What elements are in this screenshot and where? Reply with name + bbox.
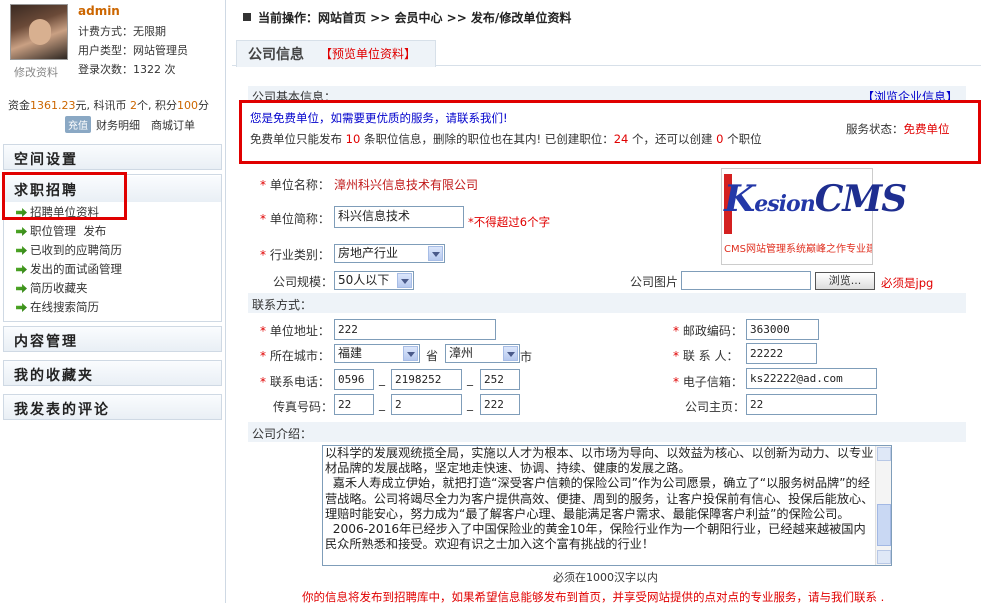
section-space-settings[interactable]: 空间设置: [3, 144, 222, 170]
section-my-favorites[interactable]: 我的收藏夹: [3, 360, 222, 386]
mall-orders-link[interactable]: 商城订单: [151, 117, 195, 133]
city-label: * 所在城市：: [260, 349, 330, 363]
logo-wordmark: KesionCMS: [724, 178, 907, 220]
province-unit: 省: [426, 349, 439, 363]
phone-label: * 联系电话：: [260, 375, 330, 389]
edit-profile-link[interactable]: 修改资料: [14, 64, 58, 80]
fax-area-input[interactable]: 22: [334, 394, 374, 415]
province-select[interactable]: 福建: [334, 344, 420, 363]
zip-input[interactable]: 363000: [746, 319, 819, 340]
section-content-management[interactable]: 内容管理: [3, 326, 222, 352]
scroll-down-icon[interactable]: [877, 550, 891, 564]
chevron-down-icon[interactable]: [403, 346, 418, 361]
logo-tagline: CMS网站管理系统巅峰之作专业建站软件: [724, 244, 872, 255]
scroll-up-icon[interactable]: [877, 447, 891, 461]
green-arrow-icon: [16, 246, 27, 255]
tab-company-info[interactable]: 公司信息: [248, 44, 304, 64]
chevron-down-icon[interactable]: [397, 273, 412, 288]
menu-interview-letters[interactable]: 发出的面试函管理: [16, 260, 122, 279]
scroll-thumb[interactable]: [877, 504, 891, 546]
phone-number-input[interactable]: 2198252: [391, 369, 462, 390]
intro-scrollbar[interactable]: [875, 446, 891, 565]
industry-select[interactable]: 房地产行业: [334, 244, 445, 263]
intro-header: [248, 422, 966, 442]
company-image-file-input[interactable]: [681, 271, 811, 290]
city-unit: 市: [520, 350, 533, 364]
account-balance: 资金1361.23元, 科讯币 2个, 积分100分: [8, 99, 209, 112]
service-status: 服务状态：免费单位: [846, 122, 950, 136]
fax-ext-input[interactable]: 222: [480, 394, 520, 415]
short-name-input[interactable]: 科兴信息技术: [334, 206, 464, 228]
intro-label: 公司介绍：: [252, 427, 313, 441]
menu-resume-favorites[interactable]: 简历收藏夹: [16, 279, 88, 298]
contact-person-label: * 联 系 人：: [673, 349, 739, 363]
phone-dash: _: [467, 372, 473, 386]
recharge-button[interactable]: 充值: [65, 116, 91, 133]
user-type: 用户类型：网站管理员: [78, 44, 188, 57]
address-label: * 单位地址：: [260, 324, 330, 338]
homepage-label: 公司主页：: [685, 400, 746, 414]
homepage-input[interactable]: 22: [746, 394, 877, 415]
billing-method: 计费方式：无限期: [78, 25, 166, 38]
green-arrow-icon: [16, 265, 27, 274]
basic-info-header: [248, 86, 966, 100]
menu-job-management[interactable]: 职位管理 发布: [16, 222, 106, 241]
company-intro-textarea[interactable]: 以科学的发展观统揽全局，实施以人才为根本、以市场为导向、以效益为核心、以创新为动…: [322, 445, 892, 566]
chevron-down-icon[interactable]: [503, 346, 518, 361]
jpg-hint: 必须是jpg: [881, 276, 934, 290]
phone-area-input[interactable]: 0596: [334, 369, 374, 390]
short-name-label: * 单位简称：: [260, 212, 330, 226]
zip-label: * 邮政编码：: [673, 324, 743, 338]
login-count: 登录次数：1322 次: [78, 63, 176, 76]
green-arrow-icon: [16, 284, 27, 293]
section-my-comments[interactable]: 我发表的评论: [3, 394, 222, 420]
company-name-label: * 单位名称：: [260, 178, 330, 192]
fax-number-input[interactable]: 2: [391, 394, 462, 415]
city-select[interactable]: 漳州: [445, 344, 520, 363]
fax-label: 传真号码：: [273, 400, 334, 414]
user-avatar[interactable]: [10, 4, 68, 60]
company-name-value: 漳州科兴信息技术有限公司: [334, 178, 479, 192]
publish-link[interactable]: 发布: [83, 224, 106, 238]
email-label: * 电子信箱：: [673, 375, 743, 389]
fax-dash: _: [379, 397, 385, 411]
short-name-hint: *不得超过6个字: [468, 215, 551, 229]
company-scale-select[interactable]: 50人以下: [334, 271, 414, 290]
company-scale-label: 公司规模：: [273, 275, 334, 289]
company-intro-text[interactable]: 以科学的发展观统揽全局，实施以人才为根本、以市场为导向、以效益为核心、以创新为动…: [325, 446, 875, 565]
company-image-label: 公司图片: [630, 275, 679, 289]
phone-ext-input[interactable]: 252: [480, 369, 520, 390]
notice-contact-text: 您是免费单位，如需要更优质的服务，请联系我们!: [250, 111, 508, 125]
preview-company-link[interactable]: 【预览单位资料】: [320, 45, 416, 62]
username: admin: [78, 4, 120, 18]
fax-dash: _: [467, 397, 473, 411]
address-input[interactable]: 222: [334, 319, 496, 340]
phone-dash: _: [379, 372, 385, 386]
notice-limit-text: 免费单位只能发布 10 条职位信息，删除的职位也在其内! 已创建职位：24 个，…: [250, 132, 762, 146]
green-arrow-icon: [16, 303, 27, 312]
intro-length-hint: 必须在1000汉字以内: [553, 571, 658, 584]
footer-note: 你的信息将发布到招聘库中，如果希望信息能够发布到首页，并享受网站提供的点对点的专…: [302, 590, 885, 603]
industry-label: * 行业类别：: [260, 248, 330, 262]
menu-received-resumes[interactable]: 已收到的应聘简历: [16, 241, 122, 260]
square-bullet-icon: [243, 13, 251, 21]
highlight-frame: [2, 172, 127, 220]
chevron-down-icon[interactable]: [428, 246, 443, 261]
browse-button[interactable]: 浏览...: [815, 272, 875, 290]
contact-person-input[interactable]: 22222: [746, 343, 817, 364]
breadcrumb: 当前操作：网站首页 >> 会员中心 >> 发布/修改单位资料: [258, 11, 572, 25]
menu-search-resumes[interactable]: 在线搜索简历: [16, 298, 99, 317]
green-arrow-icon: [16, 227, 27, 236]
finance-detail-link[interactable]: 财务明细: [96, 117, 140, 133]
contact-label: 联系方式：: [252, 298, 313, 312]
email-input[interactable]: ks22222@ad.com: [746, 368, 877, 389]
contact-header: [248, 293, 966, 313]
